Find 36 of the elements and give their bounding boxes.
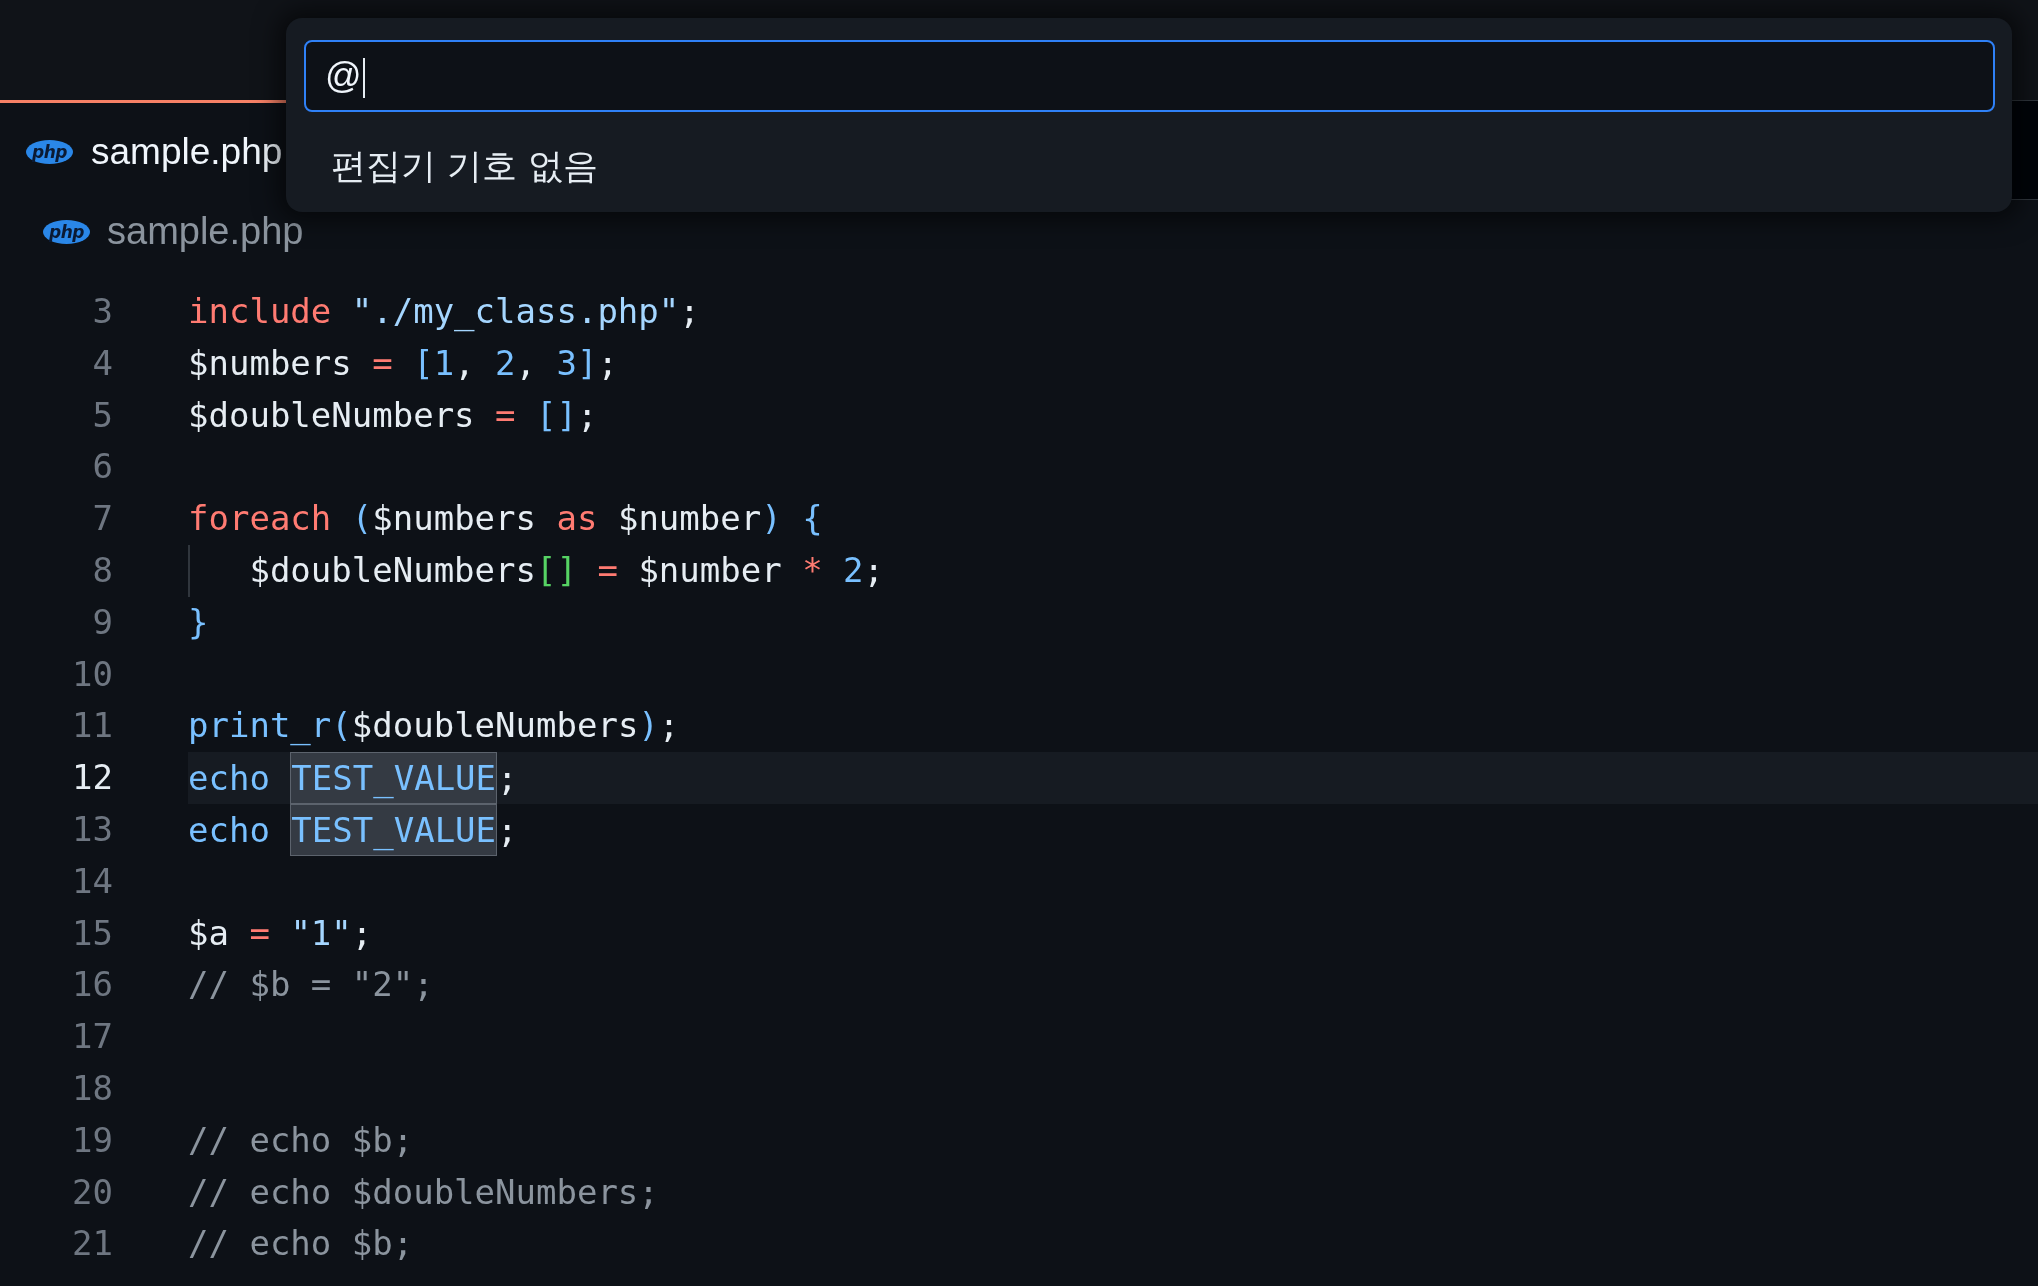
line-number: 12 — [71, 756, 113, 800]
code-line: $doubleNumbers = []; — [188, 393, 598, 437]
code-line: print_r($doubleNumbers); — [188, 704, 680, 748]
line-number: 9 — [91, 600, 113, 644]
line-number: 15 — [71, 911, 113, 955]
code-line: // echo $b; — [188, 1118, 414, 1162]
code-line: } — [188, 600, 209, 644]
input-field[interactable]: @ — [304, 40, 1995, 112]
code-line: // echo $doubleNumbers; — [188, 1170, 659, 1214]
breadcrumb-item[interactable]: php sample.php — [43, 210, 304, 253]
php-file-badge: php — [43, 219, 90, 244]
php-file-badge: php — [26, 139, 73, 164]
line-number: 3 — [91, 290, 113, 333]
code-line: // echo $b; — [188, 1222, 414, 1266]
code-line: $numbers = [1, 2, 3]; — [188, 341, 618, 385]
no-results-message: 편집기 기호 없음 — [331, 145, 599, 188]
code-line: $a = "1"; — [188, 911, 373, 955]
line-number: 21 — [71, 1222, 113, 1266]
line-number: 5 — [91, 393, 113, 437]
line-number: 8 — [91, 549, 113, 592]
line-number: 18 — [71, 1066, 113, 1110]
line-number: 10 — [71, 652, 113, 696]
line-number: 7 — [91, 497, 113, 541]
line-number: 19 — [71, 1118, 113, 1162]
line-number: 17 — [71, 1015, 113, 1059]
line-number: 11 — [71, 704, 113, 748]
code-line: // $b = "2"; — [188, 963, 434, 1007]
line-number: 6 — [91, 445, 113, 489]
line-number: 20 — [71, 1170, 113, 1214]
line-number: 13 — [71, 807, 113, 851]
code-line: $doubleNumbers[] = $number * 2; — [188, 545, 885, 597]
line-number: 14 — [71, 859, 113, 903]
line-number: 4 — [91, 341, 113, 385]
code-line: foreach ($numbers as $number) { — [188, 497, 823, 541]
line-number: 16 — [71, 963, 113, 1007]
code-line: include "./my_class.php"; — [188, 290, 700, 334]
